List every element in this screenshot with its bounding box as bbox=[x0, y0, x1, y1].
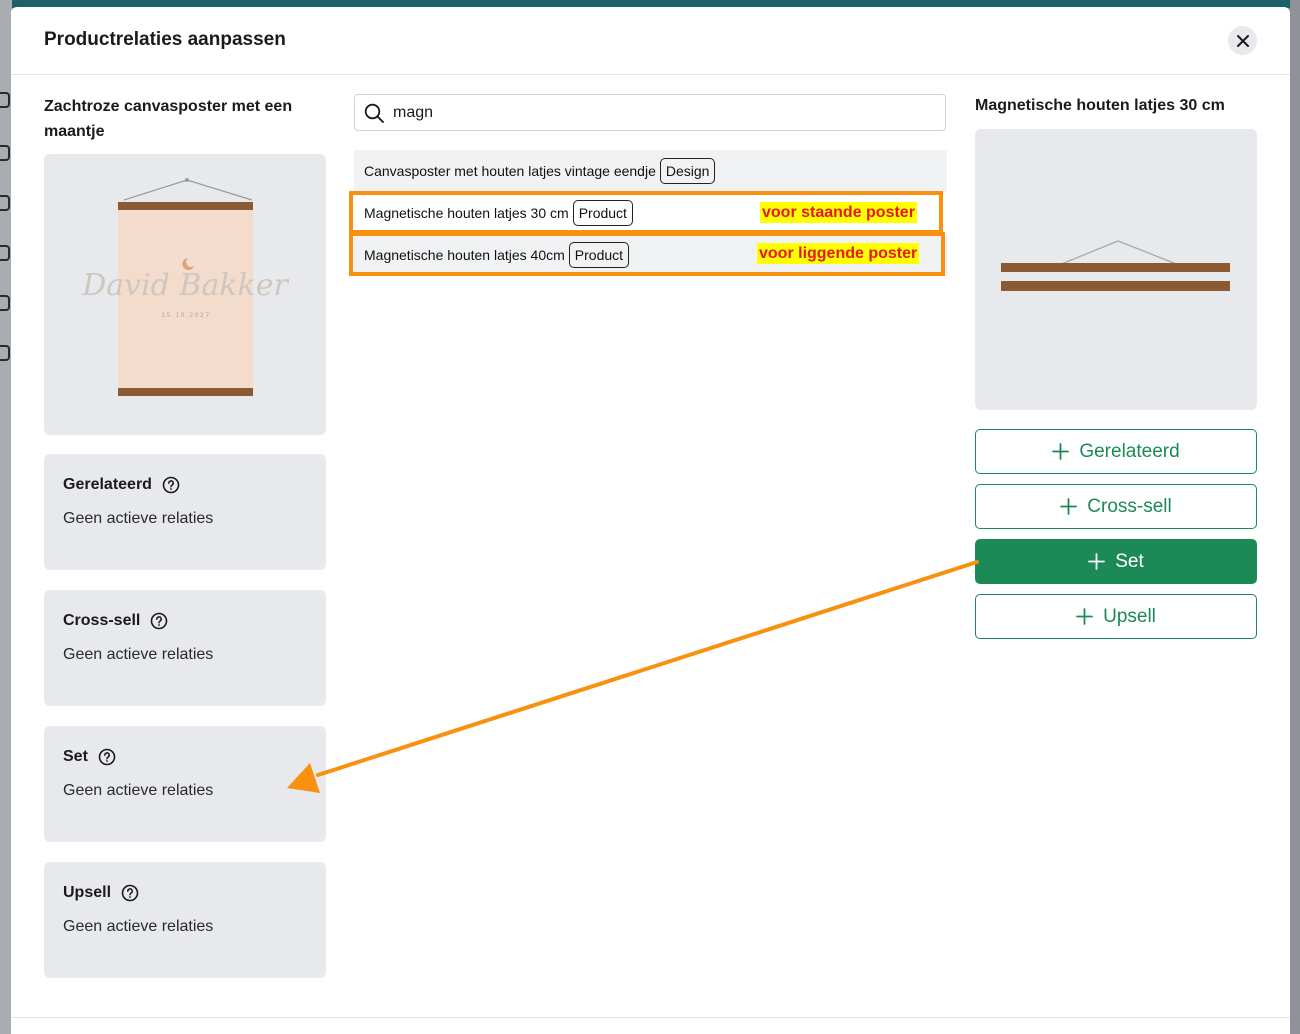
plus-icon bbox=[1076, 608, 1093, 625]
plus-icon bbox=[1052, 443, 1070, 460]
result-tag: Product bbox=[568, 242, 630, 268]
background-users-icon bbox=[0, 245, 10, 261]
add-gerelateerd-button[interactable]: Gerelateerd bbox=[975, 429, 1257, 474]
selected-product-title: Magnetische houten latjes 30 cm bbox=[975, 97, 1225, 114]
source-product-image: David Bakker 15.10.2027 bbox=[44, 154, 326, 435]
relation-status: Geen actieve relaties bbox=[63, 782, 214, 799]
help-circle-icon[interactable] bbox=[121, 884, 139, 902]
annotation-note: voor staande poster bbox=[760, 202, 917, 223]
add-button-label: Cross-sell bbox=[1087, 495, 1172, 517]
plus-icon bbox=[1060, 498, 1078, 515]
background-list-icon bbox=[0, 145, 10, 161]
relation-card-gerelateerd: Gerelateerd Geen actieve relaties bbox=[44, 454, 326, 570]
poster-name: David Bakker bbox=[81, 268, 289, 303]
background-chart-icon bbox=[0, 195, 10, 211]
result-tag: Design bbox=[659, 158, 716, 184]
help-circle-icon[interactable] bbox=[162, 476, 180, 494]
relation-label: Gerelateerd bbox=[63, 476, 152, 493]
background-palette-icon bbox=[0, 92, 10, 108]
result-row[interactable]: Canvasposter met houten latjes vintage e… bbox=[354, 150, 947, 192]
product-relations-modal: Productrelaties aanpassen Zachtroze canv… bbox=[11, 7, 1290, 1034]
search-icon bbox=[364, 103, 385, 129]
source-product-title: Zachtroze canvasposter met een maantje bbox=[44, 98, 293, 140]
modal-footer-divider bbox=[11, 1017, 1290, 1018]
result-tag: Product bbox=[572, 200, 633, 226]
wooden-hanger-illustration bbox=[1001, 240, 1230, 291]
close-icon bbox=[1236, 34, 1249, 47]
add-button-label: Set bbox=[1115, 550, 1144, 572]
add-cross-sell-button[interactable]: Cross-sell bbox=[975, 484, 1257, 529]
relation-label: Upsell bbox=[63, 884, 112, 901]
canvas-poster-illustration: David Bakker 15.10.2027 bbox=[81, 178, 289, 396]
relation-status: Geen actieve relaties bbox=[63, 918, 214, 935]
search-input[interactable] bbox=[393, 100, 933, 126]
relation-card-set: Set Geen actieve relaties bbox=[44, 726, 326, 842]
background-right-edge bbox=[1290, 0, 1300, 1034]
relation-status: Geen actieve relaties bbox=[63, 510, 214, 527]
result-name: Magnetische houten latjes 30 cm bbox=[364, 205, 569, 221]
relation-label: Cross-sell bbox=[63, 612, 141, 629]
background-cart-icon bbox=[0, 295, 10, 311]
relation-label: Set bbox=[63, 748, 88, 765]
relation-card-upsell: Upsell Geen actieve relaties bbox=[44, 862, 326, 978]
add-upsell-button[interactable]: Upsell bbox=[975, 594, 1257, 639]
modal-header: Productrelaties aanpassen bbox=[11, 7, 1290, 75]
relation-card-cross-sell: Cross-sell Geen actieve relaties bbox=[44, 590, 326, 706]
search-box bbox=[354, 94, 946, 131]
close-button[interactable] bbox=[1228, 26, 1257, 55]
selected-product-image bbox=[975, 129, 1257, 410]
plus-icon bbox=[1088, 553, 1106, 570]
help-circle-icon[interactable] bbox=[150, 612, 168, 630]
result-name: Canvasposter met houten latjes vintage e… bbox=[364, 163, 656, 179]
help-circle-icon[interactable] bbox=[98, 748, 116, 766]
add-button-label: Upsell bbox=[1103, 605, 1156, 627]
relation-status: Geen actieve relaties bbox=[63, 646, 214, 663]
poster-date: 15.10.2027 bbox=[161, 312, 210, 319]
annotation-note: voor liggende poster bbox=[757, 243, 920, 264]
modal-title: Productrelaties aanpassen bbox=[44, 29, 286, 50]
result-name: Magnetische houten latjes 40cm bbox=[364, 247, 565, 263]
add-button-label: Gerelateerd bbox=[1079, 440, 1180, 462]
background-brush-icon bbox=[0, 345, 10, 361]
add-set-button[interactable]: Set bbox=[975, 539, 1257, 584]
